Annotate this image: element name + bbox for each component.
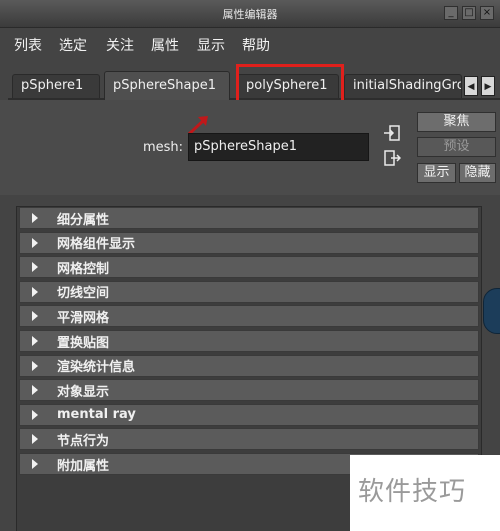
menu-show[interactable]: 显示: [197, 35, 225, 55]
expand-triangle-icon: [32, 336, 38, 346]
presets-button[interactable]: 预设: [417, 137, 496, 157]
section-label: mental ray: [57, 407, 136, 423]
expand-triangle-icon: [32, 459, 38, 469]
mesh-name-field[interactable]: pSphereShape1: [188, 133, 369, 161]
section-label: 附加属性: [57, 458, 110, 474]
window-controls: _ □ ×: [444, 6, 494, 20]
focus-button[interactable]: 聚焦: [417, 112, 496, 132]
watermark: 软件技巧: [350, 455, 500, 531]
section-label: 切线空间: [57, 286, 110, 302]
window-title: 属性编辑器: [222, 8, 278, 21]
expand-triangle-icon: [32, 237, 38, 248]
hide-button[interactable]: 隐藏: [459, 163, 496, 183]
expand-triangle-icon: [32, 385, 38, 396]
output-connection-icon[interactable]: [383, 149, 401, 167]
tab-scroll-right-icon[interactable]: ▶: [481, 76, 495, 96]
section-row[interactable]: 渲染统计信息: [19, 354, 479, 377]
tab-scroll-left-icon[interactable]: ◀: [464, 76, 478, 96]
section-label: 网格组件显示: [57, 237, 136, 253]
maximize-button[interactable]: □: [462, 6, 476, 20]
menu-select[interactable]: 选定: [59, 35, 87, 55]
menu-list[interactable]: 列表: [14, 35, 42, 55]
section-row[interactable]: 切线空间: [19, 280, 479, 303]
tab-psphereshape1[interactable]: pSphereShape1: [104, 71, 230, 100]
expand-triangle-icon: [32, 434, 38, 445]
menu-attributes[interactable]: 属性: [151, 35, 179, 55]
show-button[interactable]: 显示: [417, 163, 456, 183]
section-row[interactable]: 细分属性: [19, 207, 479, 229]
mesh-label: mesh:: [143, 140, 184, 155]
scroll-navigator-icon[interactable]: [483, 288, 500, 334]
section-label: 对象显示: [57, 384, 110, 400]
close-button[interactable]: ×: [480, 6, 494, 20]
section-label: 网格控制: [57, 261, 110, 277]
section-label: 节点行为: [57, 433, 110, 449]
minimize-button[interactable]: _: [444, 6, 458, 20]
section-row[interactable]: 置换贴图: [19, 330, 479, 352]
menu-focus[interactable]: 关注: [106, 35, 134, 55]
expand-triangle-icon: [32, 213, 38, 223]
section-label: 平滑网格: [57, 310, 110, 326]
menu-bar: 列表 选定 关注 属性 显示 帮助: [0, 28, 500, 58]
section-label: 细分属性: [57, 212, 110, 228]
title-bar: 属性编辑器 _ □ ×: [0, 0, 500, 28]
expand-triangle-icon: [32, 409, 38, 420]
expand-triangle-icon: [32, 311, 38, 322]
expand-triangle-icon: [32, 360, 38, 371]
section-label: 置换贴图: [57, 335, 110, 351]
expand-triangle-icon: [32, 286, 38, 297]
section-row[interactable]: 平滑网格: [19, 305, 479, 328]
section-row[interactable]: mental ray: [19, 403, 479, 426]
expand-triangle-icon: [32, 262, 38, 273]
tab-initialshadinggroup[interactable]: initialShadingGrou: [344, 74, 462, 98]
tab-psphere1[interactable]: pSphere1: [12, 74, 100, 98]
section-row[interactable]: 节点行为: [19, 428, 479, 451]
input-connection-icon[interactable]: [383, 124, 401, 142]
section-row[interactable]: 对象显示: [19, 379, 479, 402]
section-label: 渲染统计信息: [57, 360, 136, 376]
section-row[interactable]: 网格组件显示: [19, 231, 479, 254]
section-row[interactable]: 网格控制: [19, 256, 479, 279]
menu-help[interactable]: 帮助: [242, 35, 270, 55]
